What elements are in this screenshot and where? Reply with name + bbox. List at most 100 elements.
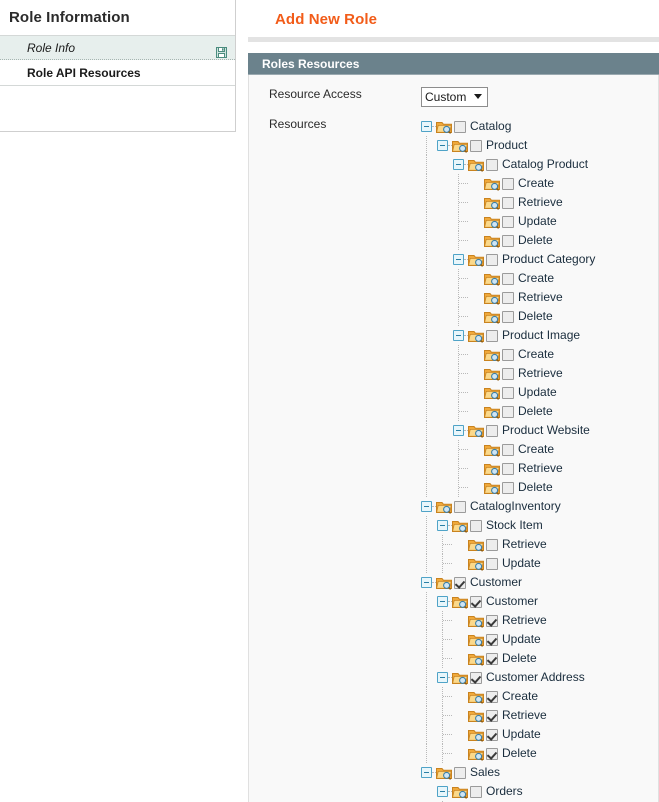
tree-toggle-collapse-icon[interactable] bbox=[421, 501, 432, 512]
tree-node[interactable]: Delete bbox=[421, 307, 658, 326]
sidebar-item-role-api-resources[interactable]: Role API Resources bbox=[0, 60, 235, 86]
tree-toggle-collapse-icon[interactable] bbox=[453, 254, 464, 265]
tree-node[interactable]: Product bbox=[421, 136, 658, 155]
tree-node[interactable]: Create bbox=[421, 687, 658, 706]
tree-node-label: Delete bbox=[502, 746, 537, 760]
tree-node-checkbox[interactable] bbox=[502, 216, 514, 228]
tree-node-checkbox[interactable] bbox=[470, 672, 482, 684]
tree-node[interactable]: Update bbox=[421, 212, 658, 231]
tree-node-checkbox[interactable] bbox=[502, 178, 514, 190]
tree-node-checkbox[interactable] bbox=[502, 311, 514, 323]
tree-node[interactable]: Delete bbox=[421, 744, 658, 763]
tree-node-checkbox[interactable] bbox=[470, 520, 482, 532]
tree-node[interactable]: Sales bbox=[421, 763, 658, 782]
tree-node-checkbox[interactable] bbox=[486, 691, 498, 703]
tree-node[interactable]: Delete bbox=[421, 478, 658, 497]
tree-node-label: Retrieve bbox=[518, 461, 563, 475]
tree-node-checkbox[interactable] bbox=[454, 767, 466, 779]
tree-node-checkbox[interactable] bbox=[470, 596, 482, 608]
tree-node-checkbox[interactable] bbox=[502, 482, 514, 494]
tree-node-checkbox[interactable] bbox=[502, 406, 514, 418]
resource-access-select[interactable]: Custom bbox=[421, 87, 488, 107]
tree-node[interactable]: Update bbox=[421, 630, 658, 649]
tree-node-checkbox[interactable] bbox=[454, 501, 466, 513]
tree-node[interactable]: Create bbox=[421, 440, 658, 459]
tree-node-checkbox[interactable] bbox=[486, 615, 498, 627]
tree-node-checkbox[interactable] bbox=[454, 577, 466, 589]
tree-node[interactable]: Product Website bbox=[421, 421, 658, 440]
tree-node[interactable]: Customer bbox=[421, 573, 658, 592]
tree-toggle-collapse-icon[interactable] bbox=[437, 520, 448, 531]
sidebar-item-role-info[interactable]: Role Info bbox=[0, 36, 235, 60]
tree-node[interactable]: Update bbox=[421, 725, 658, 744]
tree-toggle-collapse-icon[interactable] bbox=[437, 786, 448, 797]
tree-node[interactable]: Orders bbox=[421, 782, 658, 801]
tree-node[interactable]: Product Category bbox=[421, 250, 658, 269]
tree-node-checkbox[interactable] bbox=[502, 197, 514, 209]
tree-node[interactable]: Delete bbox=[421, 231, 658, 250]
tree-node[interactable]: Retrieve bbox=[421, 193, 658, 212]
tree-node-label: Customer bbox=[470, 575, 523, 589]
resources-tree[interactable]: Catalog Product Catalog Product Create Retri… bbox=[421, 117, 658, 802]
tree-node[interactable]: Create bbox=[421, 345, 658, 364]
folder-search-icon bbox=[468, 614, 484, 628]
tree-node[interactable]: Catalog Product bbox=[421, 155, 658, 174]
tree-node-checkbox[interactable] bbox=[486, 748, 498, 760]
tree-node-checkbox[interactable] bbox=[486, 729, 498, 741]
tree-node-checkbox[interactable] bbox=[486, 330, 498, 342]
tree-node-checkbox[interactable] bbox=[502, 349, 514, 361]
tree-node[interactable]: Stock Item bbox=[421, 516, 658, 535]
tree-node-label: Customer Address bbox=[486, 670, 585, 684]
tree-node[interactable]: Retrieve bbox=[421, 611, 658, 630]
tree-node-checkbox[interactable] bbox=[502, 444, 514, 456]
resources-row: Resources Catalog Product Catalog Product C… bbox=[249, 117, 658, 802]
tree-toggle-collapse-icon[interactable] bbox=[421, 767, 432, 778]
tree-toggle-collapse-icon[interactable] bbox=[421, 121, 432, 132]
tree-node[interactable]: Create bbox=[421, 174, 658, 193]
tree-node-checkbox[interactable] bbox=[502, 387, 514, 399]
tree-node[interactable]: CatalogInventory bbox=[421, 497, 658, 516]
tree-node-checkbox[interactable] bbox=[486, 159, 498, 171]
tree-node[interactable]: Update bbox=[421, 383, 658, 402]
content-area: Add New Role Roles Resources Resource Ac… bbox=[248, 0, 659, 802]
tree-node[interactable]: Retrieve bbox=[421, 364, 658, 383]
tree-node-checkbox[interactable] bbox=[486, 254, 498, 266]
tree-node-checkbox[interactable] bbox=[502, 235, 514, 247]
tree-node-label: CatalogInventory bbox=[470, 499, 561, 513]
tree-node-checkbox[interactable] bbox=[502, 292, 514, 304]
tree-node[interactable]: Customer Address bbox=[421, 668, 658, 687]
tree-node-checkbox[interactable] bbox=[502, 463, 514, 475]
tree-toggle-collapse-icon[interactable] bbox=[421, 577, 432, 588]
tree-node[interactable]: Retrieve bbox=[421, 459, 658, 478]
tree-node-checkbox[interactable] bbox=[486, 634, 498, 646]
tree-node[interactable]: Delete bbox=[421, 402, 658, 421]
tree-toggle-collapse-icon[interactable] bbox=[437, 672, 448, 683]
tree-node-checkbox[interactable] bbox=[486, 558, 498, 570]
tree-toggle-collapse-icon[interactable] bbox=[437, 140, 448, 151]
tree-node[interactable]: Catalog bbox=[421, 117, 658, 136]
tree-node[interactable]: Customer bbox=[421, 592, 658, 611]
tree-node[interactable]: Retrieve bbox=[421, 288, 658, 307]
tree-node-checkbox[interactable] bbox=[486, 539, 498, 551]
tree-toggle-collapse-icon[interactable] bbox=[437, 596, 448, 607]
tree-node[interactable]: Retrieve bbox=[421, 535, 658, 554]
tree-node-label: Delete bbox=[502, 651, 537, 665]
tree-node-checkbox[interactable] bbox=[486, 425, 498, 437]
folder-search-icon bbox=[452, 671, 468, 685]
tree-node-checkbox[interactable] bbox=[486, 710, 498, 722]
tree-node-checkbox[interactable] bbox=[454, 121, 466, 133]
tree-node-label: Update bbox=[502, 727, 541, 741]
tree-toggle-collapse-icon[interactable] bbox=[453, 425, 464, 436]
tree-node-checkbox[interactable] bbox=[486, 653, 498, 665]
tree-node[interactable]: Update bbox=[421, 554, 658, 573]
tree-toggle-collapse-icon[interactable] bbox=[453, 159, 464, 170]
tree-node[interactable]: Product Image bbox=[421, 326, 658, 345]
tree-node-checkbox[interactable] bbox=[470, 140, 482, 152]
tree-toggle-collapse-icon[interactable] bbox=[453, 330, 464, 341]
tree-node-checkbox[interactable] bbox=[470, 786, 482, 798]
tree-node-checkbox[interactable] bbox=[502, 273, 514, 285]
tree-node[interactable]: Delete bbox=[421, 649, 658, 668]
tree-node[interactable]: Retrieve bbox=[421, 706, 658, 725]
tree-node[interactable]: Create bbox=[421, 269, 658, 288]
tree-node-checkbox[interactable] bbox=[502, 368, 514, 380]
